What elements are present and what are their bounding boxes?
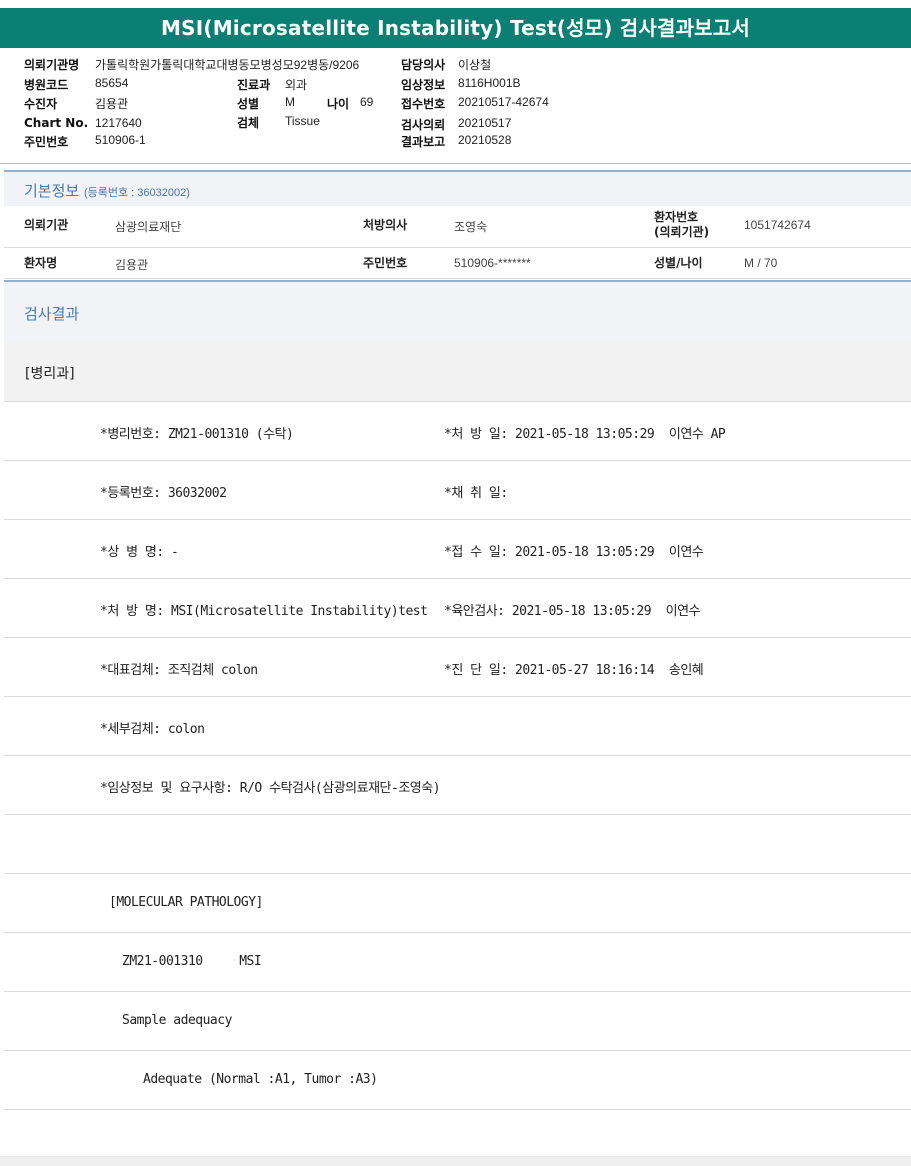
result-left-text: *임상정보 및 요구사항: R/O 수탁검사(삼광의료재단-조영숙) (100, 781, 441, 796)
test-request-value: 20210517 (458, 116, 512, 130)
recipient-label: 수진자 (24, 97, 58, 111)
requesting-institution-label: 의뢰기관명 (24, 58, 80, 72)
results-header: 검사결과 (4, 280, 911, 342)
result-row: *처 방 명: MSI(Microsatellite Instability)t… (4, 579, 911, 638)
sex-age-label: 성별/나이 (654, 256, 703, 270)
resident-no-value: 510906-1 (95, 133, 146, 147)
molecular-header: [MOLECULAR PATHOLOGY] (109, 895, 263, 910)
basic-info-title: 기본정보 (24, 182, 80, 200)
resident-number-value: 510906-******* (454, 256, 531, 270)
pathology-department: [병리과] (4, 342, 911, 402)
patient-name-value: 김용관 (115, 258, 149, 272)
registration-number: (등록번호 : 36032002) (83, 187, 190, 199)
patient-number-label: 환자번호 (의뢰기관) (654, 210, 709, 240)
patient-number-value: 1051742674 (744, 218, 811, 232)
molecular-row: [MOLECULAR PATHOLOGY] (4, 874, 911, 933)
report-title: MSI(Microsatellite Instability) Test(성모)… (0, 8, 911, 48)
pathology-department-label: [병리과] (25, 366, 75, 382)
result-row: *상 병 명: - *접 수 일: 2021-05-18 13:05:29 이연… (4, 520, 911, 579)
result-left-text: *세부검체: colon (100, 722, 205, 737)
resident-number-label: 주민번호 (363, 256, 408, 270)
page-bottom-strip (0, 1156, 911, 1166)
result-report-label: 결과보고 (401, 135, 446, 149)
molecular-row: Sample adequacy (4, 992, 911, 1051)
requesting-institution-value: 가톨릭학원가톨릭대학교대병동모병성모92병동/9206 (95, 58, 360, 72)
hospital-code-value: 85654 (95, 76, 129, 90)
result-row: *대표검체: 조직검체 colon *진 단 일: 2021-05-27 18:… (4, 638, 911, 697)
clinical-info-value: 8116H001B (458, 76, 521, 90)
sample-adequacy-label: Sample adequacy (122, 1013, 232, 1028)
requesting-org-value: 삼광의료재단 (115, 220, 182, 234)
recipient-value: 김용관 (95, 97, 129, 111)
age-value: 69 (360, 95, 374, 109)
test-request-label: 검사의뢰 (401, 118, 446, 132)
receipt-no-value: 20210517-42674 (458, 95, 549, 109)
requesting-org-label: 의뢰기관 (24, 218, 69, 232)
chart-no-value: 1217640 (95, 116, 142, 130)
result-row: *임상정보 및 요구사항: R/O 수탁검사(삼광의료재단-조영숙) (4, 756, 911, 815)
patient-number-label-line2: (의뢰기관) (654, 225, 710, 239)
department-value: 외과 (285, 78, 308, 92)
result-right-text: *육안검사: 2021-05-18 13:05:29 이연수 (444, 604, 701, 619)
result-report-value: 20210528 (458, 133, 512, 147)
basic-info-row: 의뢰기관 삼광의료재단 처방의사 조영숙 환자번호 (의뢰기관) 1051742… (4, 206, 911, 248)
result-right-text: *처 방 일: 2021-05-18 13:05:29 이연수 AP (444, 427, 726, 442)
patient-name-label: 환자명 (24, 256, 58, 270)
chart-no-label: Chart No. (24, 116, 89, 130)
result-row: *세부검체: colon (4, 697, 911, 756)
result-right-text: *진 단 일: 2021-05-27 18:16:14 송인혜 (444, 663, 704, 678)
sample-adequacy-value: Adequate (Normal :A1, Tumor :A3) (143, 1072, 378, 1087)
result-right-text: *채 취 일: (444, 486, 508, 501)
clinical-info-label: 임상정보 (401, 78, 446, 92)
age-label: 나이 (327, 97, 350, 111)
molecular-row: Adequate (Normal :A1, Tumor :A3) (4, 1051, 911, 1110)
result-row: *등록번호: 36032002 *채 취 일: (4, 461, 911, 520)
basic-info-row: 환자명 김용관 주민번호 510906-******* 성별/나이 M / 70 (4, 248, 911, 279)
prescribing-doctor-label: 처방의사 (363, 218, 408, 232)
specimen-value: Tissue (285, 114, 320, 128)
molecular-row: ZM21-001310 MSI (4, 933, 911, 992)
specimen-label: 검체 (237, 116, 260, 130)
header-divider (0, 163, 911, 164)
result-left-text: *대표검체: 조직검체 colon (100, 663, 258, 678)
patient-number-label-line1: 환자번호 (654, 210, 699, 224)
receipt-no-label: 접수번호 (401, 97, 446, 111)
basic-info-header: 기본정보 (등록번호 : 36032002) (4, 170, 911, 206)
results-title: 검사결과 (24, 305, 80, 323)
sex-age-value: M / 70 (744, 256, 778, 270)
report-header: 의뢰기관명 가톨릭학원가톨릭대학교대병동모병성모92병동/9206 병원코드 8… (24, 56, 894, 156)
prescribing-doctor-value: 조영숙 (454, 220, 488, 234)
result-left-text: *상 병 명: - (100, 545, 179, 560)
result-left-text: *처 방 명: MSI(Microsatellite Instability)t… (100, 604, 428, 619)
department-label: 진료과 (237, 78, 271, 92)
resident-no-label: 주민번호 (24, 135, 69, 149)
sex-label: 성별 (237, 97, 260, 111)
molecular-test-id: ZM21-001310 MSI (122, 954, 262, 969)
result-row-empty (4, 815, 911, 874)
sex-value: M (285, 95, 295, 109)
result-right-text: *접 수 일: 2021-05-18 13:05:29 이연수 (444, 545, 704, 560)
result-row: *병리번호: ZM21-001310 (수탁) *처 방 일: 2021-05-… (4, 402, 911, 461)
attending-doctor-value: 이상철 (458, 58, 492, 72)
result-left-text: *병리번호: ZM21-001310 (수탁) (100, 427, 294, 442)
basic-info-title-wrap: 기본정보 (등록번호 : 36032002) (24, 180, 190, 201)
attending-doctor-label: 담당의사 (401, 58, 446, 72)
result-left-text: *등록번호: 36032002 (100, 486, 227, 501)
hospital-code-label: 병원코드 (24, 78, 69, 92)
